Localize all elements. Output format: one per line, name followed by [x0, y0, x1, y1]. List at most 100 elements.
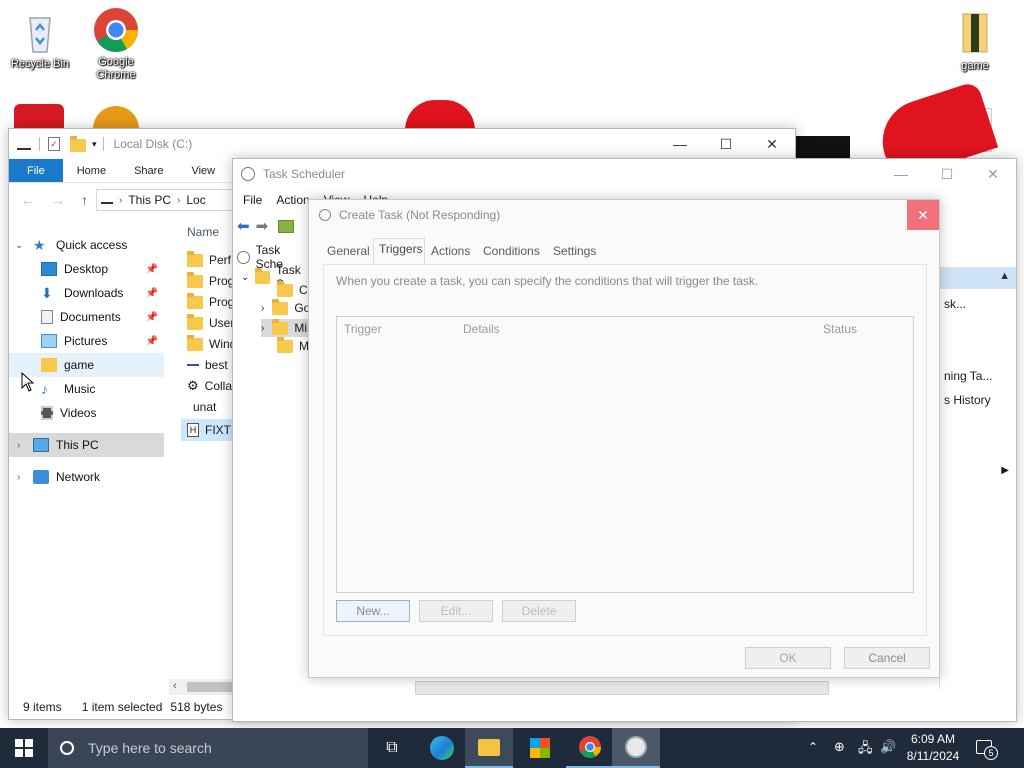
forward-arrow-icon[interactable]: ➡ — [256, 217, 269, 235]
chevron-right-icon[interactable]: › — [261, 303, 264, 314]
half-life-icon[interactable] — [93, 106, 139, 130]
create-task-dialog[interactable]: Create Task (Not Responding) ✕ General T… — [308, 199, 940, 678]
close-button[interactable]: ✕ — [970, 159, 1016, 189]
center-scroll[interactable] — [415, 681, 829, 695]
network-icon[interactable]: 🖧 — [858, 739, 873, 761]
tab-conditions[interactable]: Conditions — [483, 244, 540, 258]
file-row[interactable]: PerfL — [187, 250, 238, 267]
new-trigger-button[interactable]: New... — [336, 600, 410, 622]
action-create-task[interactable]: sk... — [944, 297, 966, 311]
chevron-right-icon[interactable]: › — [17, 472, 20, 483]
scroll-left-icon[interactable]: ‹ — [173, 680, 177, 692]
clock[interactable]: 6:09 AM 8/11/2024 — [902, 731, 964, 765]
forward-arrow-icon[interactable]: → — [51, 192, 65, 208]
nav-item-this-pc[interactable]: › This PC — [9, 433, 164, 457]
file-row[interactable]: Prog — [187, 271, 234, 288]
minimize-button[interactable]: — — [878, 159, 924, 189]
tab-settings[interactable]: Settings — [553, 244, 596, 258]
maximize-button[interactable]: ☐ — [703, 129, 749, 159]
minimize-button[interactable]: — — [657, 129, 703, 159]
file-row[interactable]: Prog — [187, 292, 234, 309]
show-hidden-icons-chevron-icon[interactable]: ⌃ — [808, 740, 818, 754]
scheduler-titlebar[interactable]: Task Scheduler — ☐ ✕ — [233, 159, 1016, 189]
desktop-icon-game[interactable]: game — [937, 10, 1013, 73]
tree-item-folder[interactable]: Mi — [277, 336, 312, 353]
tree-item-folder[interactable]: › Mi — [261, 318, 309, 337]
folder-up-icon[interactable] — [278, 219, 295, 233]
taskbar-search-box[interactable]: Type here to search — [48, 728, 368, 768]
chrome-taskbar-button[interactable] — [566, 728, 614, 768]
dialog-titlebar[interactable]: Create Task (Not Responding) ✕ — [309, 200, 939, 230]
file-row[interactable]: best — [187, 358, 228, 372]
horizontal-scrollbar[interactable]: ‹ — [169, 679, 241, 695]
file-row[interactable]: unat — [187, 400, 216, 414]
qat-dropdown-icon[interactable]: ▾ — [92, 139, 97, 150]
column-header-details[interactable]: Details — [463, 322, 500, 336]
tab-general[interactable]: General — [327, 244, 370, 258]
cancel-button[interactable]: Cancel — [844, 647, 930, 669]
new-folder-icon[interactable] — [70, 136, 86, 152]
red-app-icon[interactable] — [14, 104, 64, 130]
tab-view[interactable]: View — [177, 159, 229, 182]
action-history[interactable]: s History — [944, 393, 991, 407]
maximize-button[interactable]: ☐ — [924, 159, 970, 189]
nav-item-desktop[interactable]: Desktop 📌 — [9, 257, 164, 281]
chevron-down-icon[interactable]: ⌄ — [241, 272, 249, 283]
delete-trigger-button[interactable]: Delete — [502, 600, 576, 622]
search-placeholder: Type here to search — [88, 740, 212, 756]
breadcrumb-local-disk[interactable]: Loc — [186, 193, 205, 207]
menu-file[interactable]: File — [243, 193, 262, 207]
edge-taskbar-button[interactable] — [418, 728, 466, 768]
edge-icon — [430, 736, 454, 760]
desktop-icon-google-chrome[interactable]: Google Chrome — [78, 6, 154, 82]
nav-item-downloads[interactable]: ⬇ Downloads 📌 — [9, 281, 164, 305]
qat-divider — [102, 137, 104, 151]
volume-icon[interactable]: 🔊 — [880, 739, 896, 755]
tab-actions[interactable]: Actions — [431, 244, 470, 258]
nav-item-label: Music — [64, 382, 96, 396]
column-header-name[interactable]: Name — [187, 225, 219, 239]
chevron-right-icon[interactable]: › — [17, 440, 20, 451]
tree-item-folder[interactable]: › Go — [261, 298, 310, 315]
task-scheduler-taskbar-button[interactable] — [612, 728, 660, 768]
tab-file[interactable]: File — [9, 159, 63, 182]
menu-action[interactable]: Action — [276, 193, 309, 207]
people-icon[interactable]: ⊕ — [834, 739, 845, 755]
nav-item-pictures[interactable]: Pictures 📌 — [9, 329, 164, 353]
collapse-up-icon[interactable]: ▲ — [999, 270, 1010, 282]
submenu-arrow-icon[interactable]: ▶ — [1001, 465, 1009, 476]
file-row[interactable]: ⚙ Colla — [187, 379, 232, 394]
task-view-button[interactable]: ⧉ — [368, 728, 416, 768]
nav-item-documents[interactable]: Documents 📌 — [9, 305, 164, 329]
edit-trigger-button[interactable]: Edit... — [419, 600, 493, 622]
back-arrow-icon[interactable]: ⬅ — [237, 217, 250, 235]
back-arrow-icon[interactable]: ← — [21, 192, 35, 208]
triggers-list[interactable]: Trigger Details Status — [336, 316, 914, 593]
close-button[interactable]: ✕ — [907, 200, 939, 230]
file-explorer-taskbar-button[interactable] — [465, 728, 513, 768]
nav-item-videos[interactable]: Videos — [9, 401, 164, 425]
desktop-icon-recycle-bin[interactable]: Recycle Bin — [2, 8, 78, 71]
recycle-bin-icon — [16, 8, 64, 56]
store-taskbar-button[interactable] — [516, 728, 564, 768]
ok-button[interactable]: OK — [745, 647, 831, 669]
tab-home[interactable]: Home — [63, 159, 120, 182]
up-arrow-icon[interactable]: ↑ — [81, 192, 88, 208]
start-button[interactable] — [0, 728, 48, 768]
chevron-right-icon[interactable]: › — [261, 323, 264, 334]
tab-triggers[interactable]: Triggers — [379, 242, 423, 256]
action-display-running[interactable]: ning Ta... — [944, 369, 992, 383]
close-button[interactable]: ✕ — [749, 129, 795, 159]
file-row[interactable]: Wind — [187, 334, 236, 351]
action-center-button[interactable]: 5 — [972, 736, 998, 760]
column-header-status[interactable]: Status — [823, 322, 857, 336]
breadcrumb-this-pc[interactable]: This PC — [128, 193, 171, 207]
nav-item-network[interactable]: › Network — [9, 465, 164, 489]
explorer-titlebar[interactable]: ✓ ▾ Local Disk (C:) — ☐ ✕ — [9, 129, 795, 159]
nav-item-quick-access[interactable]: ⌄ ★ Quick access — [9, 233, 164, 257]
chevron-down-icon[interactable]: ⌄ — [15, 240, 23, 251]
column-header-trigger[interactable]: Trigger — [344, 322, 382, 336]
properties-checkbox-icon[interactable]: ✓ — [48, 137, 60, 151]
tab-share[interactable]: Share — [120, 159, 177, 182]
status-selected: 1 item selected — [81, 700, 163, 714]
